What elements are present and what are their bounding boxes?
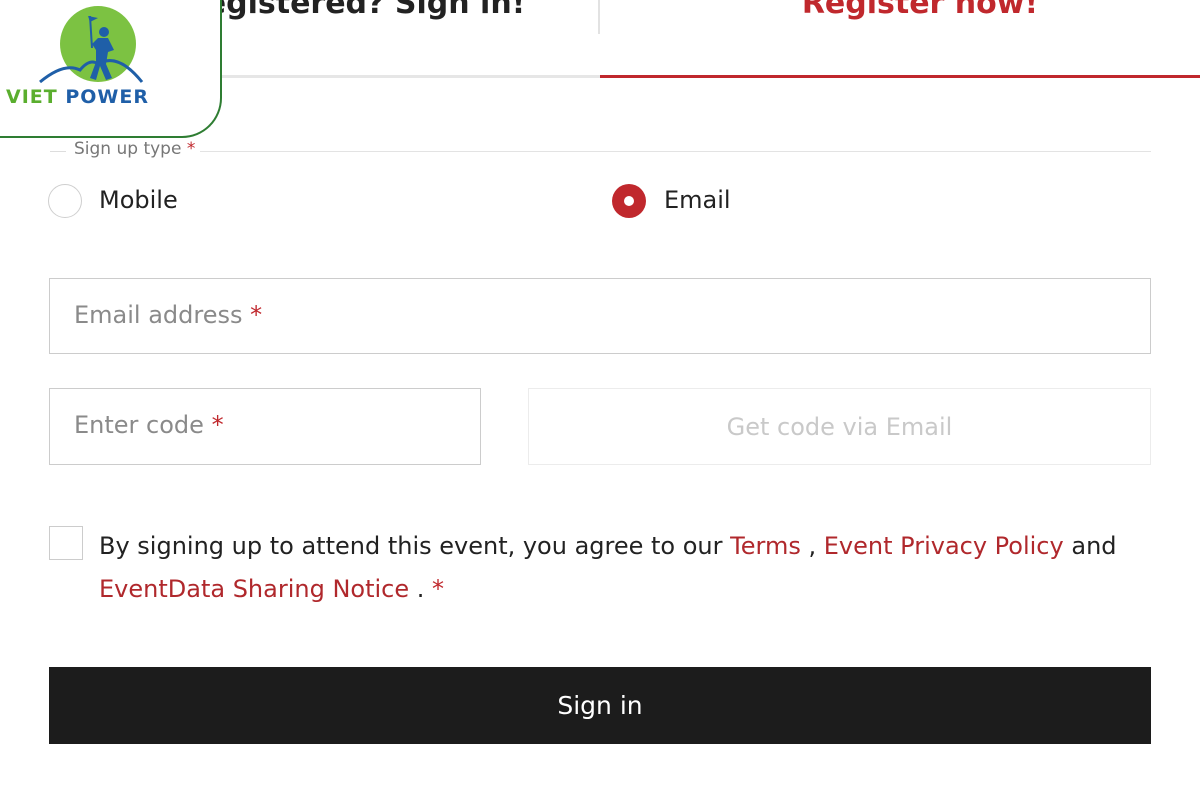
agreement-period: . [416,575,425,603]
agree-checkbox[interactable] [49,526,83,560]
legend-line-right [200,151,1151,152]
legend-line-left [50,151,66,152]
tab-register[interactable]: Register now! [600,0,1200,78]
radio-email[interactable] [612,184,646,218]
code-field-placeholder: Enter code * [74,411,224,439]
privacy-policy-link[interactable]: Event Privacy Policy [824,532,1064,560]
agreement-text: By signing up to attend this event, you … [99,525,1159,611]
code-placeholder-text: Enter code [74,411,204,439]
agreement-and: and [1071,532,1117,560]
required-mark: * [432,575,445,603]
radio-mobile-label[interactable]: Mobile [99,186,178,214]
radio-mobile[interactable] [48,184,82,218]
email-field[interactable]: Email address * [49,278,1151,354]
tab-register-label: Register now! [801,0,1039,21]
required-mark: * [250,301,263,329]
signup-type-legend-label: Sign up type [74,139,182,159]
email-placeholder-text: Email address [74,301,243,329]
agreement-text-before: By signing up to attend this event, you … [99,532,723,560]
hiker-mountain-icon [39,6,144,84]
data-sharing-notice-link[interactable]: EventData Sharing Notice [99,575,409,603]
required-mark: * [186,139,196,159]
signup-type-legend: Sign up type * [74,139,195,159]
logo-text: VIET POWER [6,86,149,108]
required-mark: * [211,411,224,439]
logo-word-viet: VIET [6,86,58,108]
terms-link[interactable]: Terms [730,532,801,560]
radio-email-label[interactable]: Email [664,186,731,214]
email-field-placeholder: Email address * [74,301,262,329]
sign-in-button[interactable]: Sign in [49,667,1151,744]
logo-word-power: POWER [65,86,149,108]
code-field[interactable]: Enter code * [49,388,481,465]
viet-power-logo: VIET POWER [0,0,222,138]
get-code-button[interactable]: Get code via Email [528,388,1151,465]
agreement-comma: , [808,532,817,560]
